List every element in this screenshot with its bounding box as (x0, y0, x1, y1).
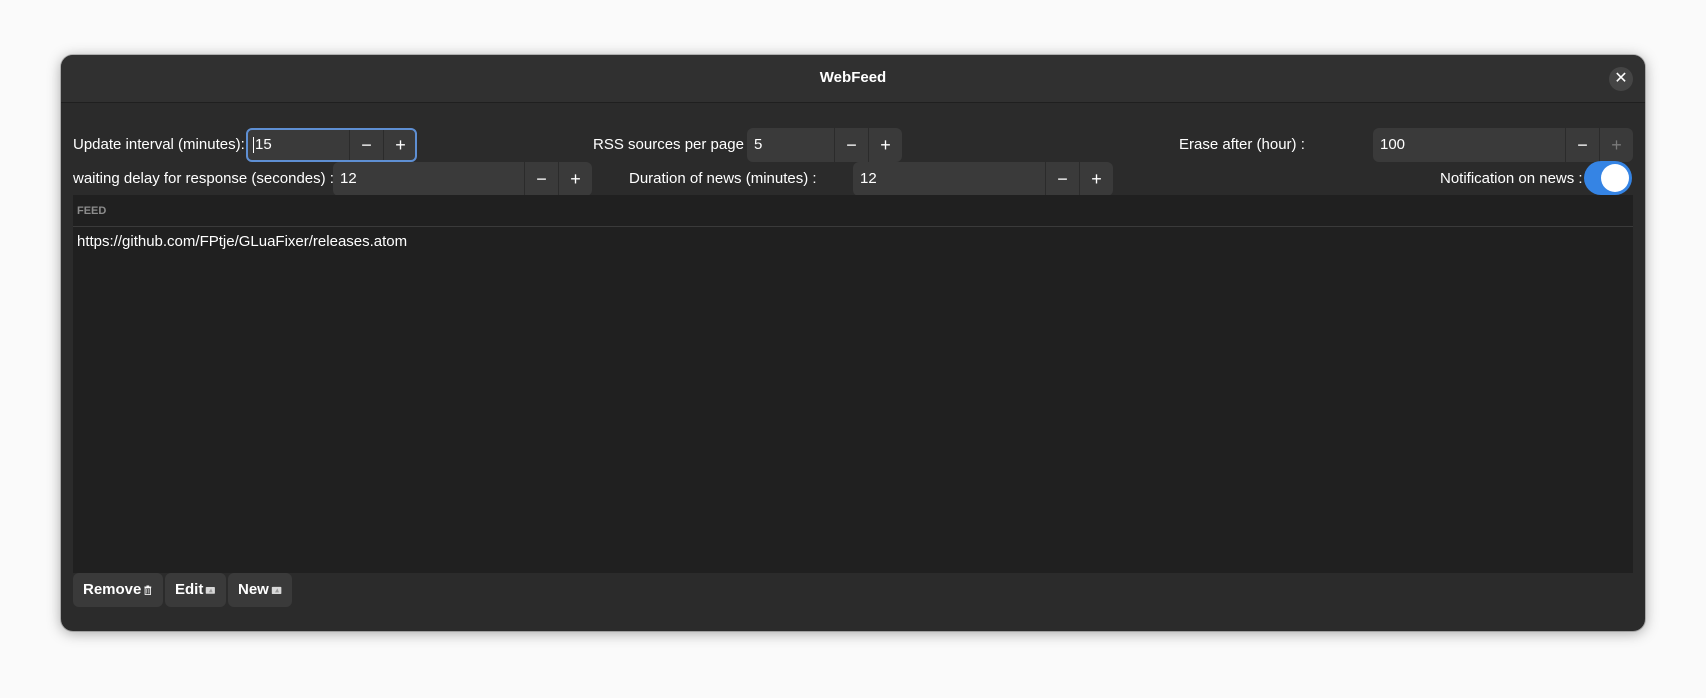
list-item[interactable]: https://github.com/FPtje/GLuaFixer/relea… (77, 233, 407, 250)
update-interval-spinner[interactable]: 15 − + (246, 128, 417, 162)
trash-icon (144, 585, 152, 595)
news-duration-label: Duration of news (minutes) : (629, 170, 817, 187)
document-edit-icon (206, 586, 216, 594)
update-interval-label: Update interval (minutes): (73, 136, 245, 153)
close-button[interactable]: ✕ (1609, 67, 1633, 91)
notification-label: Notification on news : (1440, 170, 1583, 187)
webfeed-window: WebFeed ✕ Update interval (minutes): 15 … (61, 55, 1645, 631)
rss-per-page-decrement-button[interactable]: − (834, 128, 868, 162)
erase-after-spinner[interactable]: 100 − + (1373, 128, 1633, 162)
erase-after-increment-button[interactable]: + (1599, 128, 1633, 162)
text-caret (253, 137, 254, 154)
toggle-knob (1601, 164, 1629, 192)
new-button[interactable]: New (228, 573, 292, 607)
response-delay-spinner[interactable]: 12 − + (333, 162, 592, 196)
update-interval-decrement-button[interactable]: − (349, 128, 383, 162)
edit-button-label: Edit (175, 581, 204, 598)
response-delay-decrement-button[interactable]: − (524, 162, 558, 196)
notification-toggle[interactable] (1584, 161, 1632, 195)
erase-after-label: Erase after (hour) : (1179, 136, 1305, 153)
remove-button-label: Remove (83, 581, 142, 598)
news-duration-decrement-button[interactable]: − (1045, 162, 1079, 196)
rss-per-page-input[interactable]: 5 (747, 128, 834, 162)
response-delay-input[interactable]: 12 (333, 162, 524, 196)
new-button-label: New (238, 581, 269, 598)
response-delay-label: waiting delay for response (secondes) : (73, 170, 334, 187)
remove-button[interactable]: Remove (73, 573, 163, 607)
feed-list-header[interactable]: FEED (73, 195, 1633, 227)
erase-after-decrement-button[interactable]: − (1565, 128, 1599, 162)
window-title: WebFeed (819, 69, 887, 86)
rss-per-page-spinner[interactable]: 5 − + (747, 128, 902, 162)
response-delay-increment-button[interactable]: + (558, 162, 592, 196)
feed-column-header: FEED (77, 205, 107, 217)
news-duration-increment-button[interactable]: + (1079, 162, 1113, 196)
close-icon: ✕ (1614, 70, 1628, 87)
news-duration-spinner[interactable]: 12 − + (853, 162, 1113, 196)
edit-button[interactable]: Edit (165, 573, 226, 607)
update-interval-increment-button[interactable]: + (383, 128, 417, 162)
rss-per-page-increment-button[interactable]: + (868, 128, 902, 162)
update-interval-input[interactable]: 15 (246, 128, 349, 162)
erase-after-input[interactable]: 100 (1373, 128, 1565, 162)
feed-list: FEED https://github.com/FPtje/GLuaFixer/… (73, 195, 1633, 573)
news-duration-input[interactable]: 12 (853, 162, 1045, 196)
document-new-icon (271, 586, 282, 594)
titlebar: WebFeed ✕ (61, 55, 1645, 103)
rss-per-page-label: RSS sources per page : (593, 136, 753, 153)
